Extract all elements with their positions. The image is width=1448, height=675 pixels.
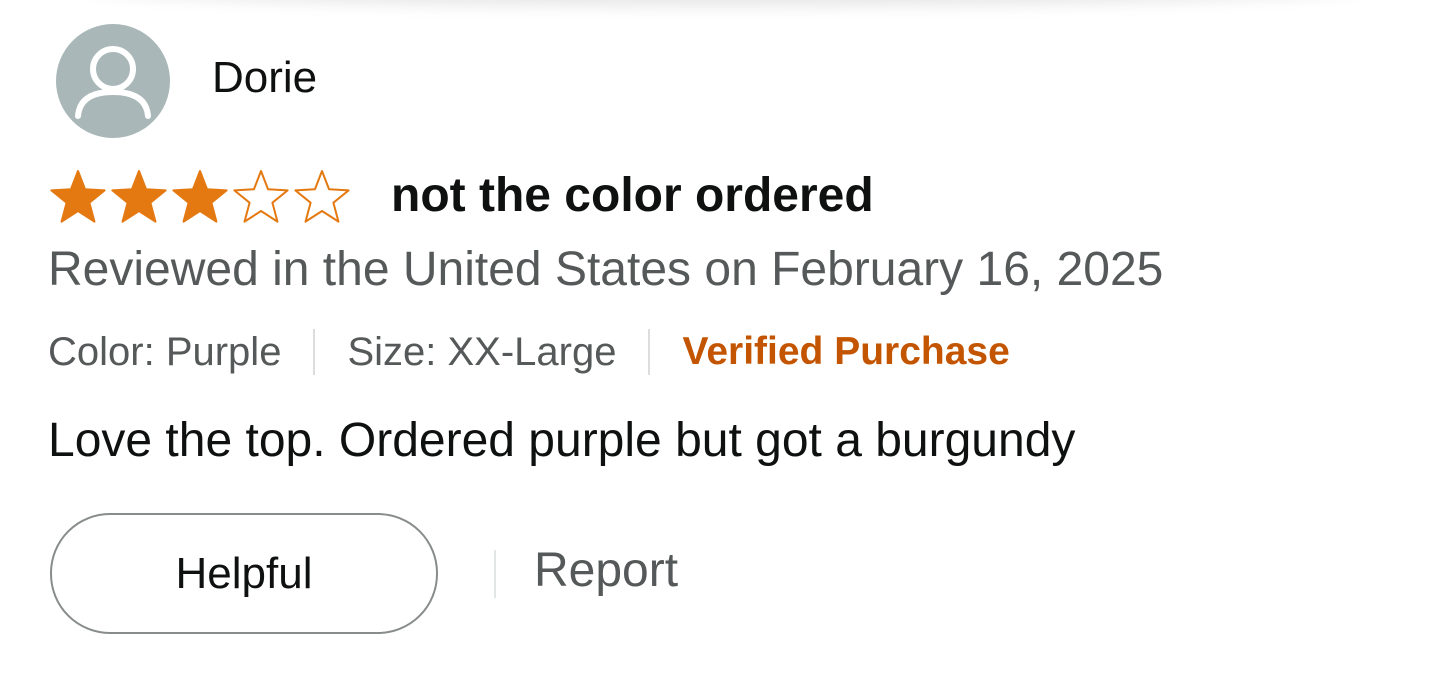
star-outline-icon — [233, 170, 289, 223]
variation-size[interactable]: Size: XX-Large — [347, 330, 616, 375]
customer-review: Dorie not the color ordered Reviewed in … — [48, 0, 1408, 675]
review-body-text: Love the top. Ordered purple but got a b… — [48, 414, 1076, 467]
divider — [494, 549, 496, 598]
reviewer-profile[interactable]: Dorie — [56, 24, 317, 138]
review-date: Reviewed in the United States on Februar… — [48, 243, 1164, 296]
report-link[interactable]: Report — [534, 546, 678, 601]
default-user-avatar-icon — [75, 46, 151, 119]
review-variation-strip: Color: Purple Size: XX-Large Verified Pu… — [48, 322, 1010, 382]
star-filled-icon — [172, 170, 228, 223]
star-filled-icon — [111, 170, 167, 223]
avatar — [56, 24, 170, 138]
review-title[interactable]: not the color ordered — [391, 172, 874, 222]
divider — [648, 329, 651, 375]
star-filled-icon — [50, 170, 106, 223]
review-heading: not the color ordered — [48, 166, 874, 228]
review-actions: Helpful Report — [50, 513, 678, 634]
star-outline-icon — [294, 170, 350, 223]
variation-color[interactable]: Color: Purple — [48, 330, 281, 375]
reviewer-name[interactable]: Dorie — [212, 56, 317, 106]
verified-purchase-badge[interactable]: Verified Purchase — [682, 330, 1009, 374]
star-rating[interactable] — [48, 166, 353, 228]
divider — [313, 329, 316, 375]
helpful-button[interactable]: Helpful — [50, 513, 438, 634]
